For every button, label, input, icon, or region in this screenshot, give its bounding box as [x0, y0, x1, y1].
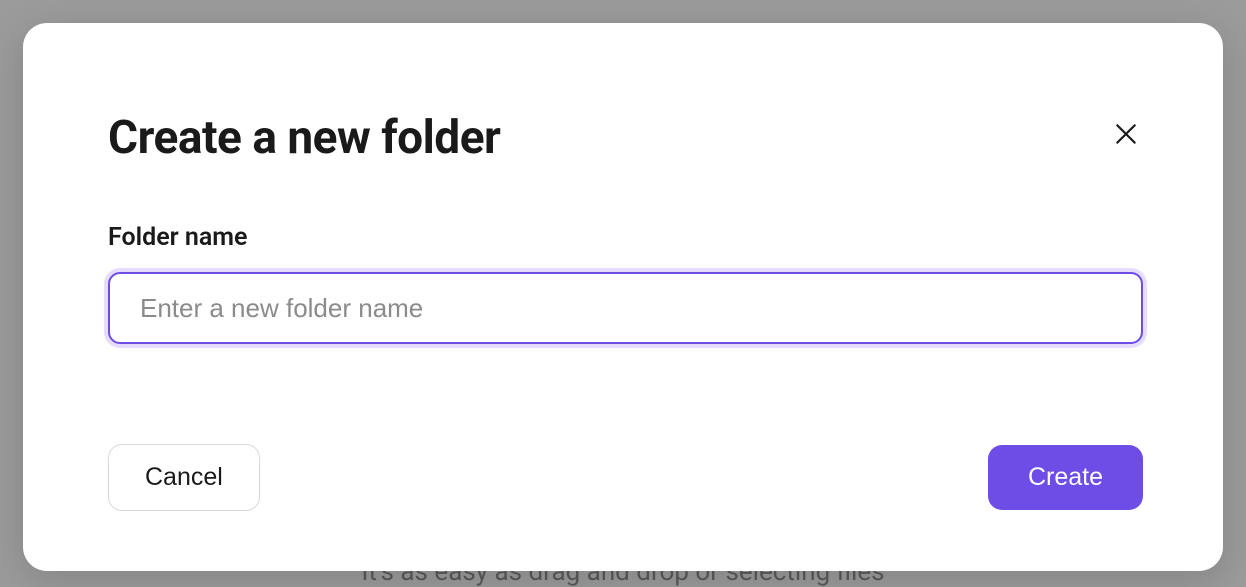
- create-button[interactable]: Create: [988, 445, 1143, 510]
- folder-name-field: Folder name: [108, 223, 1143, 344]
- close-icon: [1113, 121, 1139, 147]
- modal-header: Create a new folder: [108, 111, 1143, 165]
- cancel-button[interactable]: Cancel: [108, 444, 260, 511]
- folder-name-input[interactable]: [108, 272, 1143, 344]
- folder-name-label: Folder name: [108, 223, 1143, 252]
- modal-title: Create a new folder: [108, 111, 500, 165]
- input-wrapper: [108, 272, 1143, 344]
- create-folder-modal: Create a new folder Folder name Cancel C…: [23, 23, 1223, 571]
- modal-footer: Cancel Create: [108, 444, 1143, 511]
- close-button[interactable]: [1109, 117, 1143, 151]
